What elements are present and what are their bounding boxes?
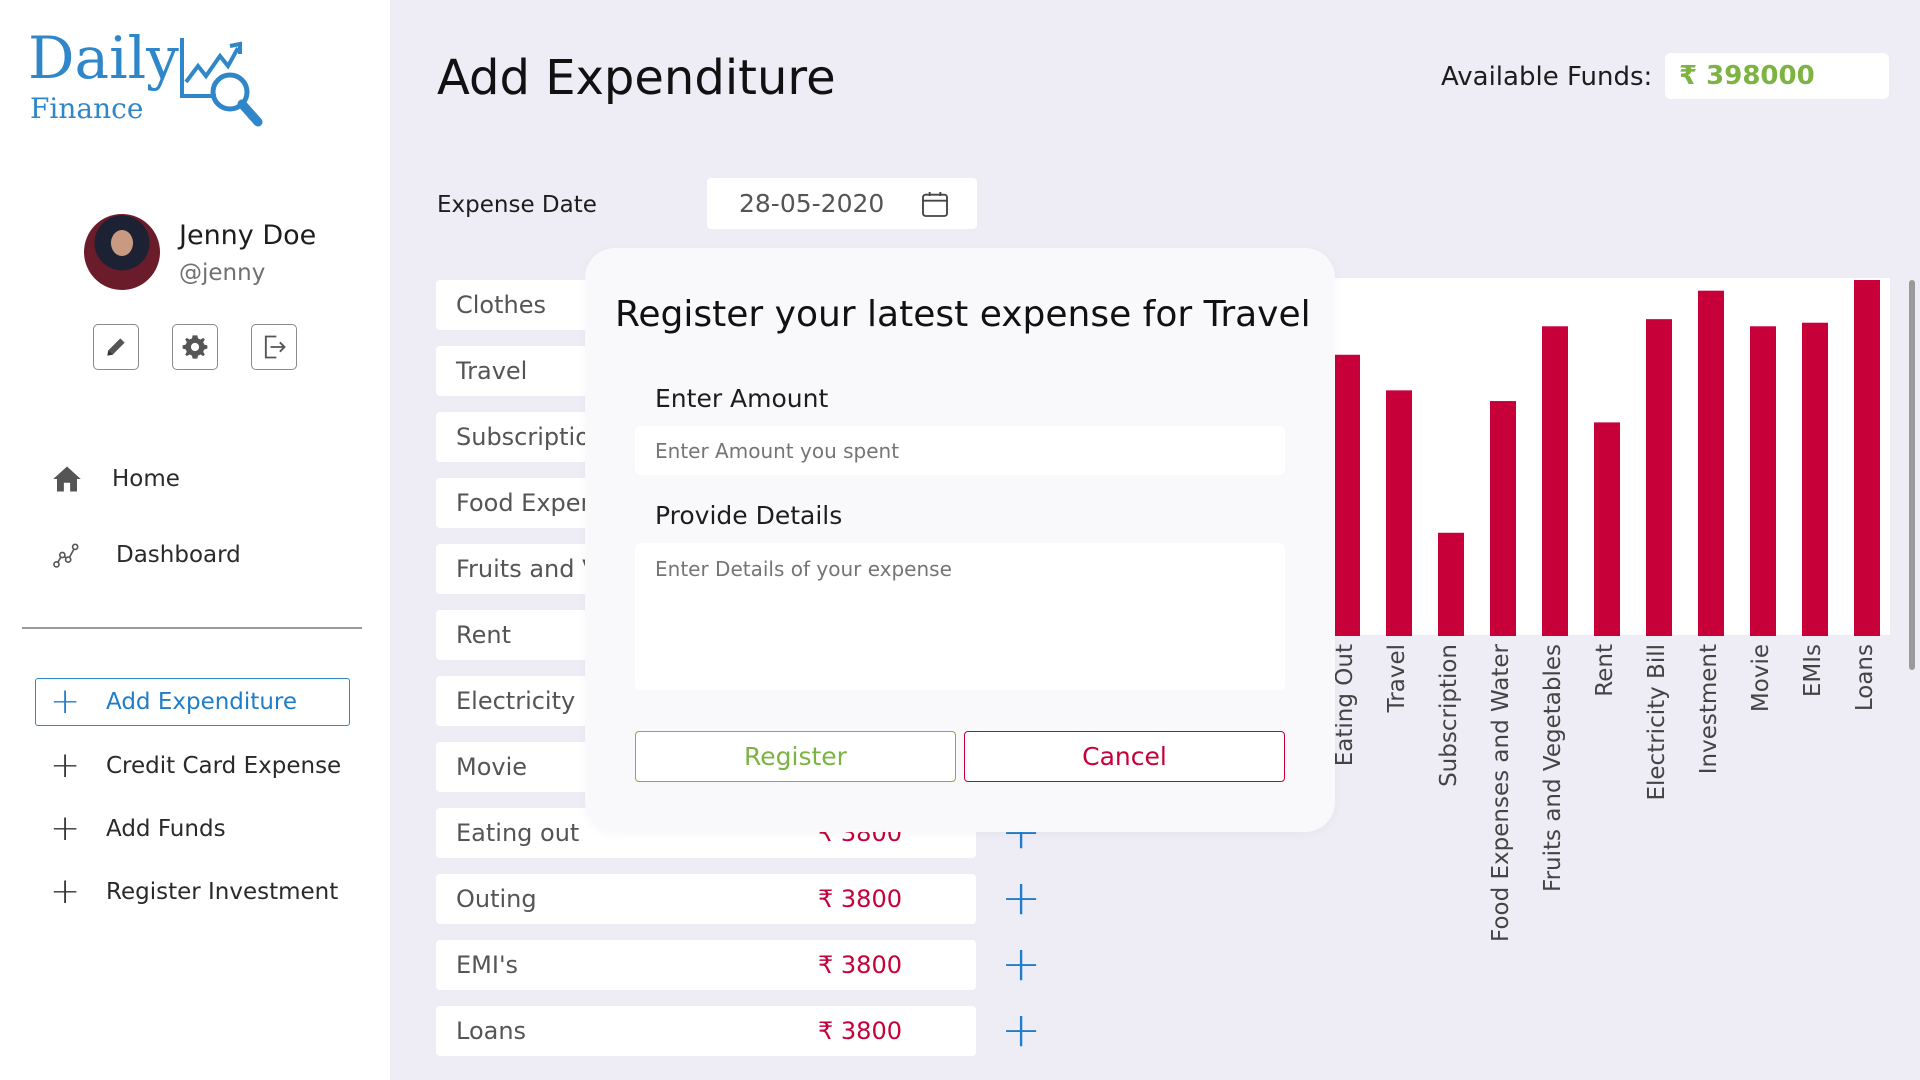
sidebar-divider (22, 627, 362, 629)
register-investment-label: Register Investment (106, 879, 339, 905)
add-expenditure-button[interactable]: + Add Expenditure (35, 678, 350, 726)
expense-date-value: 28-05-2020 (739, 189, 885, 218)
logout-icon (264, 335, 286, 359)
plus-icon: + (50, 871, 81, 912)
gear-icon (182, 335, 208, 359)
expense-category-name: Outing (456, 885, 537, 913)
chart-background (1320, 278, 1890, 635)
expense-category-name: Rent (456, 621, 511, 649)
analytics-icon (50, 538, 84, 572)
credit-card-expense-button[interactable]: + Credit Card Expense (35, 742, 350, 790)
edit-profile-button[interactable] (93, 324, 139, 370)
available-funds-value: ₹ 398000 (1665, 53, 1889, 99)
expense-category-name: Food Exper (456, 489, 591, 517)
expense-amount: ₹ 3800 (818, 885, 902, 913)
details-textarea[interactable] (635, 543, 1285, 690)
logo-subtitle: Finance (30, 92, 144, 125)
chart-category-label: Eating Out (1332, 644, 1358, 767)
logo-chart-magnifier-icon (180, 38, 263, 127)
expense-date-picker[interactable]: 28-05-2020 (707, 178, 977, 229)
add-expense-plus-icon[interactable]: + (1001, 874, 1041, 922)
expense-date-label: Expense Date (437, 192, 597, 218)
chart-category-label: Fruits and Vegetables (1540, 644, 1566, 892)
register-expense-modal: Register your latest expense for Travel … (585, 248, 1335, 832)
chart-category-label: Investment (1696, 644, 1722, 775)
details-label: Provide Details (655, 501, 843, 530)
user-name: Jenny Doe (179, 220, 317, 251)
cancel-button[interactable]: Cancel (964, 731, 1285, 782)
settings-button[interactable] (172, 324, 218, 370)
expense-row[interactable]: EMI's ₹ 3800 (436, 940, 976, 990)
expense-category-name: Loans (456, 1017, 527, 1045)
nav-home[interactable]: Home (50, 459, 180, 499)
nav-dashboard[interactable]: Dashboard (50, 535, 241, 575)
chart-category-label: Rent (1592, 644, 1618, 697)
chart-category-label: Food Expenses and Water (1488, 644, 1514, 942)
amount-input[interactable] (635, 426, 1285, 475)
expense-amount: ₹ 3800 (818, 1017, 902, 1045)
app-logo[interactable]: Daily Finance (28, 24, 288, 134)
nav-dashboard-label: Dashboard (116, 542, 241, 568)
chart-category-label: Loans (1852, 644, 1878, 712)
expense-category-name: Eating out (456, 819, 580, 847)
available-funds-label: Available Funds: (1441, 62, 1653, 92)
expense-category-name: Fruits and V (456, 555, 599, 583)
logo-word: Daily (28, 24, 179, 92)
add-funds-button[interactable]: + Add Funds (35, 805, 350, 853)
plus-icon: + (50, 681, 81, 722)
plus-icon: + (50, 745, 81, 786)
user-handle: @jenny (179, 260, 266, 286)
pencil-icon (107, 338, 125, 356)
expense-row[interactable]: Outing ₹ 3800 (436, 874, 976, 924)
credit-card-expense-label: Credit Card Expense (106, 753, 342, 779)
chart-category-label: Travel (1384, 644, 1410, 713)
expense-amount: ₹ 3800 (818, 951, 902, 979)
plus-icon: + (50, 808, 81, 849)
add-expenditure-label: Add Expenditure (106, 689, 297, 715)
chart-category-label: EMIs (1800, 644, 1826, 698)
calendar-icon[interactable] (919, 188, 951, 220)
register-button[interactable]: Register (635, 731, 956, 782)
expense-row[interactable]: Loans ₹ 3800 (436, 1006, 976, 1056)
register-investment-button[interactable]: + Register Investment (35, 868, 350, 916)
nav-home-label: Home (112, 466, 180, 492)
chart-category-label: Movie (1748, 644, 1774, 713)
expense-category-name: Movie (456, 753, 528, 781)
amount-label: Enter Amount (655, 384, 829, 413)
chart-category-label: Subscription (1436, 644, 1462, 787)
logout-button[interactable] (251, 324, 297, 370)
expense-category-name: Travel (456, 357, 528, 385)
expense-category-name: Electricity B (456, 687, 600, 715)
add-expense-plus-icon[interactable]: + (1001, 1006, 1041, 1054)
add-funds-label: Add Funds (106, 816, 226, 842)
user-avatar[interactable] (84, 214, 160, 290)
modal-title: Register your latest expense for Travel (615, 294, 1311, 335)
expense-category-name: EMI's (456, 951, 519, 979)
expense-category-name: Subscriptio (456, 423, 590, 451)
chart-category-label: Electricity Bill (1644, 644, 1670, 801)
page-title: Add Expenditure (437, 50, 836, 106)
add-expense-plus-icon[interactable]: + (1001, 940, 1041, 988)
sidebar: Daily Finance Jenny Doe @jenny Home Dash… (0, 0, 390, 1080)
expense-category-name: Clothes (456, 291, 546, 319)
vertical-scrollbar[interactable] (1909, 280, 1915, 670)
home-icon (50, 462, 84, 496)
